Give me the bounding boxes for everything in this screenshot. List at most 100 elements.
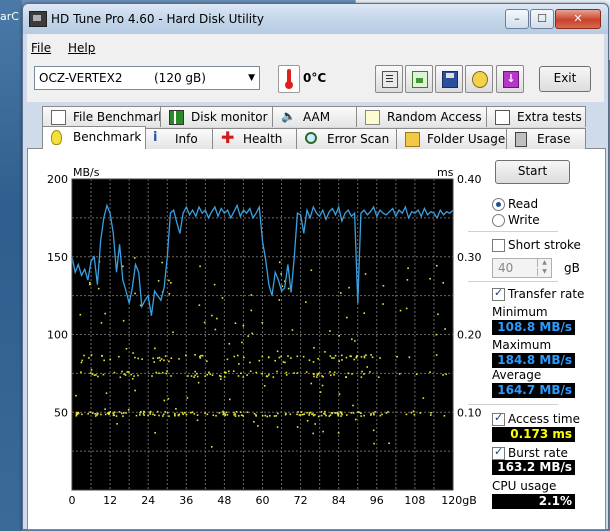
access-time-point	[313, 375, 315, 378]
access-time-point	[159, 359, 162, 362]
access-time-point	[81, 413, 83, 416]
access-time-point	[164, 411, 167, 413]
write-radio[interactable]	[492, 214, 505, 227]
access-time-point	[91, 412, 94, 415]
x-tick-label: 96	[370, 494, 384, 507]
short-stroke-checkbox[interactable]	[492, 239, 505, 252]
access-time-point	[312, 361, 315, 363]
x-tick-label: 72	[294, 494, 308, 507]
access-time-point	[240, 372, 242, 375]
access-time-point	[317, 357, 320, 360]
access-time-point	[222, 413, 224, 416]
access-time-point	[304, 301, 307, 303]
access-time-point	[310, 269, 313, 272]
access-time-point	[276, 426, 279, 428]
access-time-point	[371, 356, 374, 359]
access-time-point	[115, 415, 118, 417]
access-time-point	[308, 412, 311, 415]
access-time-point	[109, 358, 112, 361]
access-time-point	[306, 411, 308, 414]
access-time-point	[285, 412, 287, 415]
read-radio[interactable]	[492, 198, 505, 211]
access-time-point	[347, 372, 350, 375]
access-time-point	[267, 374, 270, 376]
access-time-point	[365, 354, 367, 356]
y-left-tick-label: 200	[47, 173, 68, 186]
burst-rate-checkbox[interactable]	[492, 445, 505, 460]
access-time-point	[112, 414, 115, 417]
access-time-point	[250, 294, 253, 296]
access-time-point	[410, 411, 413, 414]
access-time-point	[382, 285, 385, 287]
access-time-point	[331, 357, 333, 359]
start-button[interactable]: Start	[495, 160, 570, 184]
access-time-point	[158, 372, 160, 375]
access-time-point	[360, 356, 363, 358]
access-time-point	[199, 265, 201, 268]
access-time-point	[287, 355, 289, 357]
access-time-point	[324, 413, 326, 415]
access-time-point	[429, 277, 431, 280]
access-time-point	[238, 415, 240, 417]
access-time-point	[280, 355, 283, 358]
y-right-tick-label: 0.30	[457, 251, 482, 264]
access-time-point	[104, 413, 107, 416]
access-time-point	[293, 372, 295, 374]
access-time-point	[357, 411, 359, 413]
access-time-point	[341, 359, 343, 361]
access-time-point	[196, 372, 198, 375]
access-time-point	[196, 375, 199, 378]
access-time-point	[388, 442, 390, 445]
access-time-point	[181, 411, 184, 414]
cpu-usage-label: CPU usage	[492, 479, 557, 493]
access-time-point	[168, 279, 170, 282]
tab-benchmark[interactable]: Benchmark	[42, 126, 146, 149]
access-time-point	[352, 404, 354, 407]
spin-up-icon[interactable]: ▲	[537, 259, 551, 267]
short-stroke-stepper[interactable]: 40 ▲ ▼	[492, 258, 552, 278]
access-time-point	[273, 415, 276, 417]
access-time-point	[251, 332, 254, 335]
access-time-point	[312, 432, 315, 435]
access-time-point	[219, 378, 222, 380]
access-time-point	[275, 415, 278, 417]
access-time-point	[170, 357, 173, 360]
access-time-point	[338, 393, 341, 395]
access-time-point	[218, 374, 221, 377]
access-time-point	[249, 361, 251, 364]
access-time-point	[321, 384, 324, 387]
cpu-usage-value: 2.1%	[492, 494, 575, 509]
access-time-point	[134, 389, 136, 392]
access-time-point	[316, 374, 319, 376]
access-time-point	[178, 358, 180, 360]
access-time-point	[360, 415, 362, 417]
access-time-point	[118, 411, 121, 413]
maximum-label: Maximum	[492, 338, 552, 352]
access-time-point	[352, 412, 355, 414]
access-time-point	[174, 412, 176, 415]
access-time-point	[105, 392, 108, 394]
access-time-point	[338, 360, 341, 362]
access-time-point	[373, 413, 375, 416]
access-time-point	[75, 413, 78, 416]
access-time-point	[246, 374, 248, 376]
access-time-point	[163, 359, 165, 362]
access-time-point	[348, 286, 350, 289]
access-time-point	[225, 371, 227, 374]
access-time-checkbox[interactable]	[492, 411, 505, 426]
access-time-point	[277, 412, 279, 415]
access-time-point	[165, 372, 168, 375]
access-time-point	[320, 410, 323, 413]
access-time-point	[329, 371, 331, 373]
access-time-point	[184, 411, 186, 414]
access-time-point	[170, 375, 172, 377]
access-time-point	[108, 412, 111, 415]
spin-down-icon[interactable]: ▼	[537, 268, 551, 276]
access-time-point	[422, 397, 425, 399]
transfer-rate-checkbox[interactable]	[492, 286, 505, 301]
access-time-point	[408, 356, 411, 359]
access-time-point	[168, 293, 171, 295]
access-time-point	[118, 355, 120, 358]
access-time-point	[161, 371, 164, 374]
access-time-point	[305, 371, 308, 373]
